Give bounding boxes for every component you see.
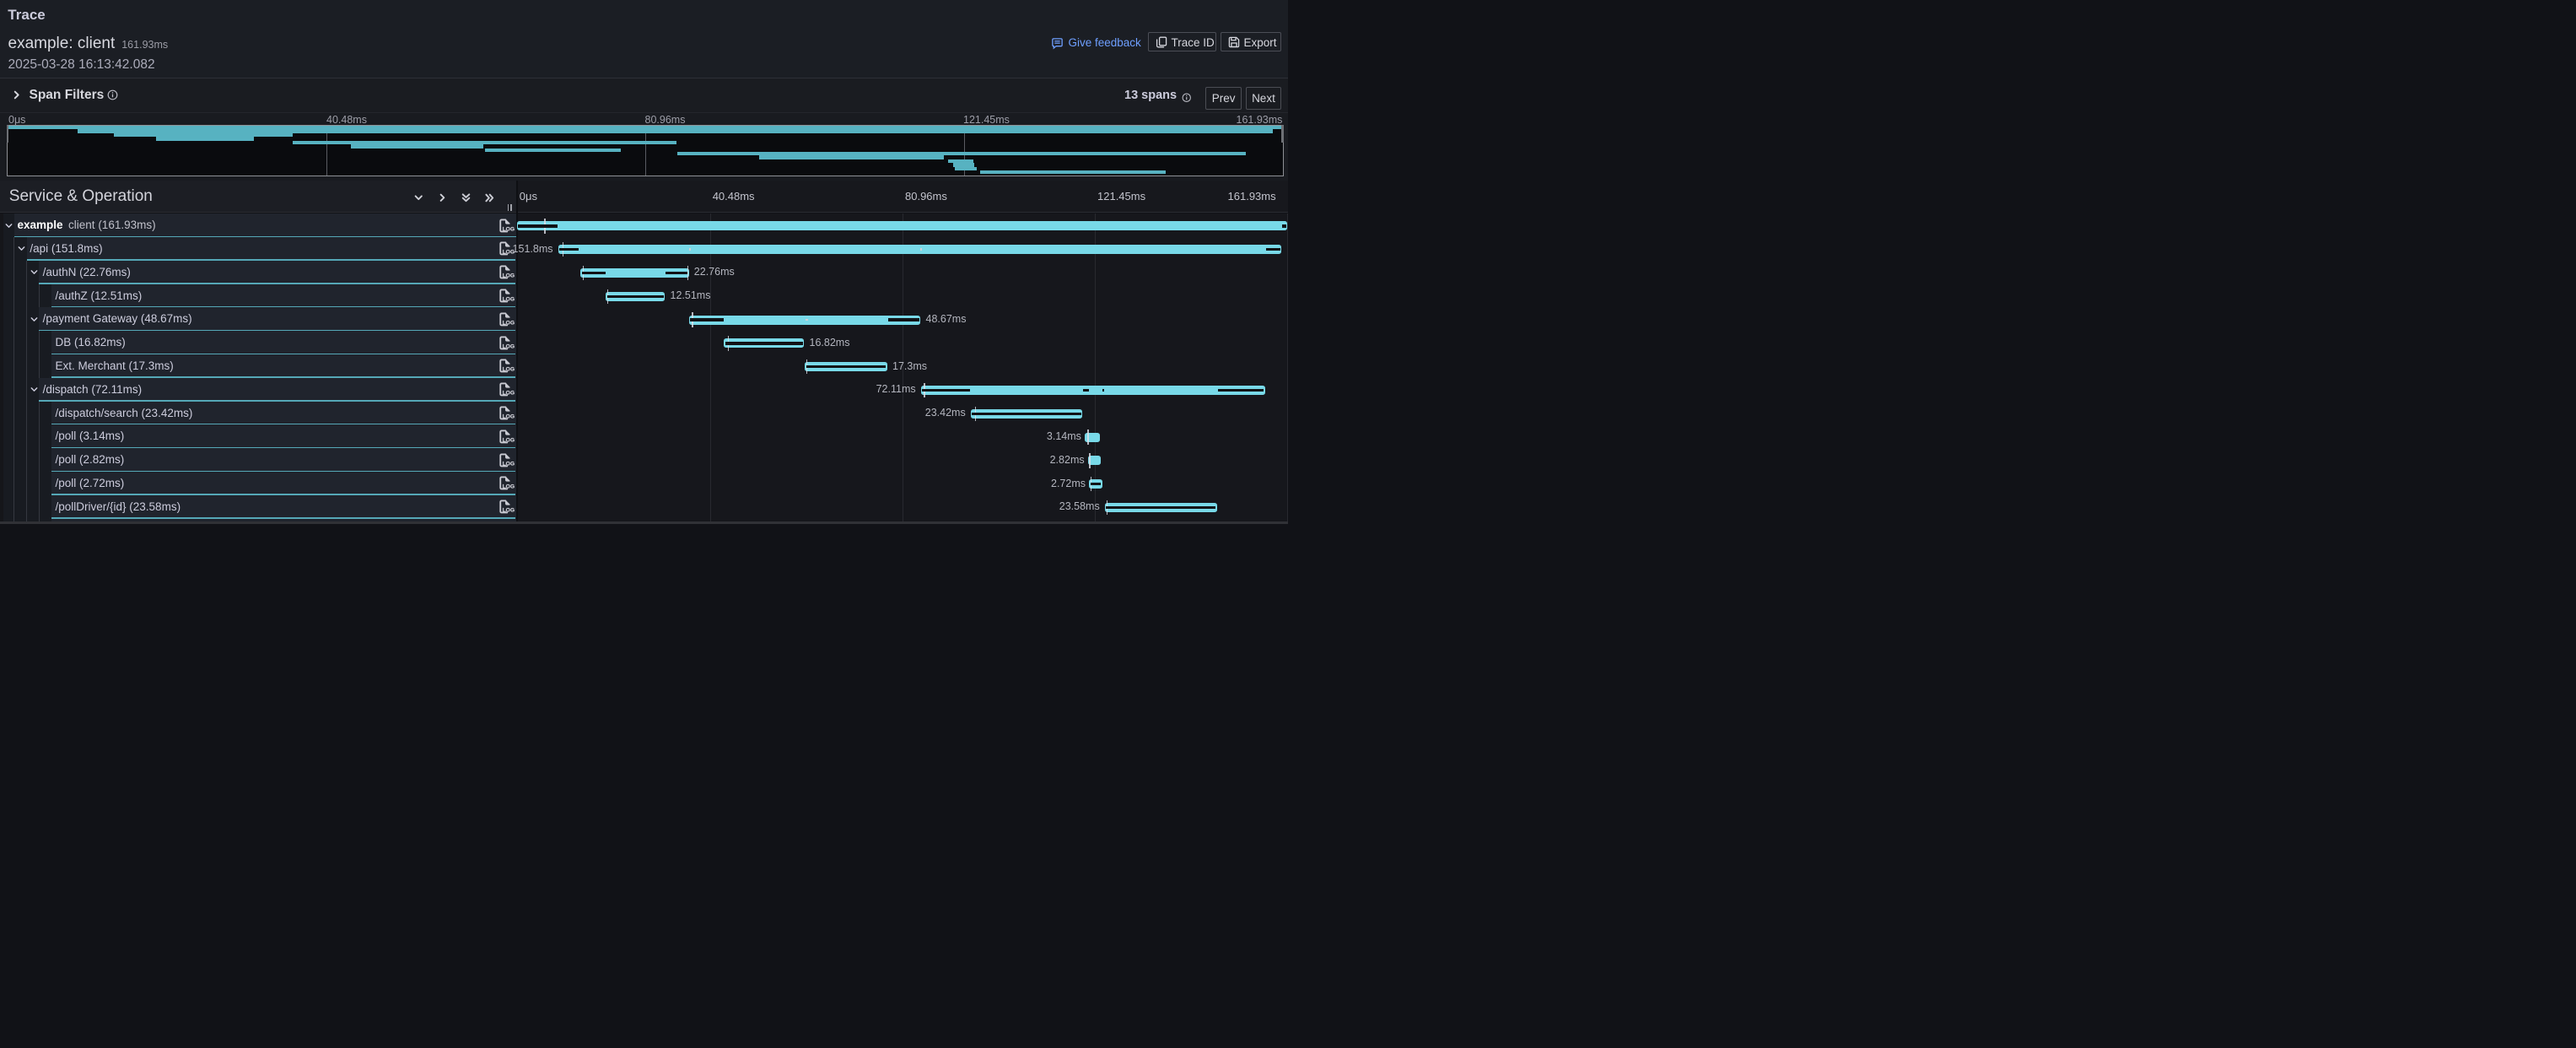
svg-text:LOG: LOG (503, 390, 515, 396)
svg-text:LOG: LOG (503, 320, 515, 326)
svg-text:LOG: LOG (503, 461, 515, 467)
svg-text:LOG: LOG (503, 367, 515, 373)
svg-text:LOG: LOG (503, 437, 515, 443)
svg-text:LOG: LOG (503, 226, 515, 232)
svg-text:LOG: LOG (503, 484, 515, 490)
svg-text:LOG: LOG (503, 413, 515, 419)
svg-text:LOG: LOG (503, 273, 515, 278)
svg-text:LOG: LOG (503, 507, 515, 513)
svg-text:LOG: LOG (503, 296, 515, 302)
svg-text:LOG: LOG (503, 343, 515, 349)
